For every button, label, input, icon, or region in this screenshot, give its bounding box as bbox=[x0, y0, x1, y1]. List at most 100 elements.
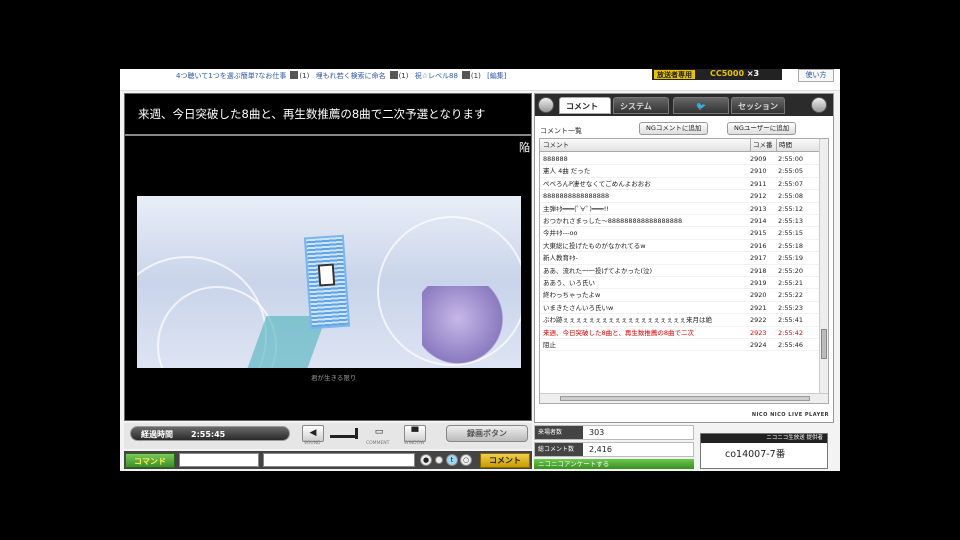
comment-number: 2911 bbox=[750, 179, 767, 188]
comment-time: 2:55:22 bbox=[778, 291, 804, 300]
ticker-link[interactable]: 4つ聴いて1つを選ぶ簡単?なお仕事 bbox=[176, 72, 286, 80]
viewers-stat: 来場者数 303 bbox=[534, 425, 694, 440]
comment-row[interactable]: ぺぺろんP凄せなくてごめんよおおお 2911 2:55:07 bbox=[540, 178, 820, 191]
comment-number: 2909 bbox=[750, 155, 767, 163]
elapsed-time: 2:55:45 bbox=[191, 430, 226, 439]
volume-slider[interactable] bbox=[330, 428, 358, 439]
comment-time: 2:55:18 bbox=[778, 241, 804, 250]
edit-link[interactable]: [編集] bbox=[487, 72, 506, 80]
tab-comment[interactable]: コメント bbox=[559, 97, 611, 114]
comment-number: 2922 bbox=[750, 316, 767, 325]
command-input[interactable] bbox=[179, 453, 259, 467]
panel-toggle-icon[interactable] bbox=[538, 97, 554, 113]
comment-number: 2913 bbox=[750, 204, 767, 213]
tab-system[interactable]: システム bbox=[613, 97, 669, 114]
comment-time: 2:55:41 bbox=[778, 316, 804, 325]
howto-button[interactable]: 使い方 bbox=[798, 69, 834, 82]
ticker-link[interactable]: 祝☆レベル88 bbox=[415, 72, 458, 80]
send-comment-button[interactable]: コメント bbox=[480, 453, 530, 468]
side-panel: コメント システム 🐦 セッション ▾ コメント一覧 NGコメントに追加 NGユ… bbox=[534, 93, 834, 423]
comment-row[interactable]: ぶわ跡ぇぇぇぇぇぇぇぇぇぇぇぇぇぇぇぇぇぇぇ来月は絶 2922 2:55:41 bbox=[540, 314, 820, 327]
elapsed-time-display: 経過時間 2:55:45 bbox=[130, 426, 290, 441]
comment-row[interactable]: 888888 2909 2:55:00 bbox=[540, 153, 820, 166]
comment-text: ああ、流れた一一投げてよかった(泣) bbox=[543, 266, 653, 275]
record-button[interactable]: 録画ボタン bbox=[446, 425, 528, 442]
comment-number: 2916 bbox=[750, 241, 767, 250]
comment-label: COMMENT bbox=[366, 441, 390, 446]
nico-live-page: 4つ聴いて1つを選ぶ簡単?なお仕事 (1) 埋もれ若く検索に命名 (1) 祝☆レベル… bbox=[120, 69, 840, 471]
command-button[interactable]: コマンド bbox=[125, 453, 175, 468]
scrolling-comment: 陥 bbox=[519, 139, 531, 157]
comment-row[interactable]: 阻止 2924 2:55:46 bbox=[540, 339, 820, 352]
comment-row[interactable]: ああ、流れた一一投げてよかった(泣) 2918 2:55:20 bbox=[540, 265, 820, 277]
mute-button[interactable]: ◀ bbox=[302, 425, 324, 442]
comment-row[interactable]: いまきたさんいろ氏いw 2921 2:55:23 bbox=[540, 302, 820, 315]
comment-row[interactable]: 主弾ｷﾀ━━━(ﾟ∀ﾟ)━━━!! 2913 2:55:12 bbox=[540, 203, 820, 215]
questionnaire-bar[interactable]: ニコニコアンケートする bbox=[534, 459, 694, 469]
comment-time: 2:55:42 bbox=[778, 328, 804, 337]
comment-row[interactable]: 憲人 4曲 だった 2910 2:55:05 bbox=[540, 165, 820, 178]
comment-text: 888888 bbox=[543, 155, 568, 163]
comment-text: おつかれさまっした～888888888888888888 bbox=[543, 217, 683, 225]
column-time[interactable]: 時間 bbox=[776, 139, 792, 151]
twitter-icon[interactable]: t bbox=[446, 454, 458, 466]
ad-code-value: CC5000 bbox=[710, 69, 745, 78]
comment-row[interactable]: 新人教育ｷﾀ- 2917 2:55:19 bbox=[540, 252, 820, 265]
comment-time: 2:55:46 bbox=[778, 341, 804, 349]
comment-number: 2923 bbox=[750, 328, 767, 337]
scrollbar-thumb[interactable] bbox=[560, 396, 810, 401]
ng-user-button[interactable]: NGユーザーに追加 bbox=[727, 122, 797, 135]
scrollbar-thumb[interactable] bbox=[821, 329, 827, 359]
community-box[interactable]: ニコニコ生放送 提供者 co14007-7番 bbox=[700, 433, 828, 469]
speaker-icon: ◀ bbox=[309, 428, 317, 438]
stats-box: 来場者数 303 総コメント数 2,416 ニコニコアンケートする bbox=[534, 425, 694, 471]
option-icon[interactable]: ○ bbox=[460, 454, 472, 466]
vertical-scrollbar[interactable] bbox=[819, 139, 828, 393]
settings-icon[interactable] bbox=[811, 97, 827, 113]
comment-row[interactable]: ああう、いろ氏い 2919 2:55:21 bbox=[540, 277, 820, 290]
comment-time: 2:55:15 bbox=[778, 229, 804, 238]
comment-time: 2:55:07 bbox=[778, 179, 804, 188]
video-frame bbox=[137, 196, 521, 368]
comment-row[interactable]: 8888888888888888 2912 2:55:08 bbox=[540, 190, 820, 203]
comment-table-header: コメント コメ番 時間 bbox=[540, 139, 820, 152]
comment-input[interactable] bbox=[263, 453, 415, 467]
comment-row[interactable]: おつかれさまっした～888888888888888888 2914 2:55:13 bbox=[540, 215, 820, 228]
comments-stat: 総コメント数 2,416 bbox=[534, 442, 694, 457]
camera-icon[interactable]: ● bbox=[420, 454, 432, 466]
comment-time: 2:55:20 bbox=[778, 266, 804, 275]
viewers-value: 303 bbox=[589, 428, 605, 437]
video-player[interactable]: 来週、今日突破した8曲と、再生数推薦の8曲で二次予選となります 陥 君が生きる限… bbox=[124, 93, 532, 421]
ticker-link[interactable]: 埋もれ若く検索に命名 bbox=[316, 72, 386, 80]
comment-text: ぺぺろんP凄せなくてごめんよおおお bbox=[543, 179, 651, 188]
tab-twitter[interactable]: 🐦 bbox=[673, 97, 729, 114]
window-button[interactable]: ▀ bbox=[404, 425, 426, 442]
comment-toggle-button[interactable]: ▭ bbox=[368, 425, 390, 442]
comment-number: 2918 bbox=[750, 266, 767, 275]
comment-number: 2919 bbox=[750, 279, 767, 287]
comment-number: 2910 bbox=[750, 167, 767, 176]
comment-time: 2:55:23 bbox=[778, 303, 804, 312]
player-brand: NICO NICO LIVE PLAYER bbox=[751, 412, 829, 418]
comment-text: 主弾ｷﾀ━━━(ﾟ∀ﾟ)━━━!! bbox=[543, 204, 609, 213]
phone-screen bbox=[317, 263, 336, 287]
comment-row[interactable]: 大東総に投げたものがなかれてるw 2916 2:55:18 bbox=[540, 240, 820, 253]
column-comment[interactable]: コメント bbox=[543, 139, 569, 151]
comment-row[interactable]: 終わっちゃったよw 2920 2:55:22 bbox=[540, 289, 820, 302]
ng-comment-button[interactable]: NGコメントに追加 bbox=[639, 122, 709, 135]
sound-label: SOUND bbox=[304, 441, 321, 446]
comment-row[interactable]: 来週、今日突破した8曲と、再生数推薦の8曲で二次 2923 2:55:42 bbox=[540, 327, 820, 339]
tab-session-label: セッション bbox=[738, 102, 778, 111]
tab-session[interactable]: セッション ▾ bbox=[731, 97, 785, 128]
comment-text: 新人教育ｷﾀ- bbox=[543, 254, 578, 263]
panel-tabs: コメント システム 🐦 セッション ▾ bbox=[535, 94, 833, 128]
column-no[interactable]: コメ番 bbox=[750, 139, 773, 151]
ticker-icon bbox=[389, 71, 398, 79]
comment-text: 来週、今日突破した8曲と、再生数推薦の8曲で二次 bbox=[543, 328, 695, 337]
comment-row[interactable]: 今井ｷﾀ---oo 2915 2:55:15 bbox=[540, 227, 820, 240]
ad-multiplier: ×3 bbox=[746, 69, 760, 78]
comment-time: 2:55:13 bbox=[778, 217, 804, 225]
horizontal-scrollbar[interactable] bbox=[540, 393, 828, 403]
volume-knob[interactable] bbox=[355, 428, 358, 439]
top-bar: 4つ聴いて1つを選ぶ簡単?なお仕事 (1) 埋もれ若く検索に命名 (1) 祝☆レベル… bbox=[120, 69, 840, 91]
